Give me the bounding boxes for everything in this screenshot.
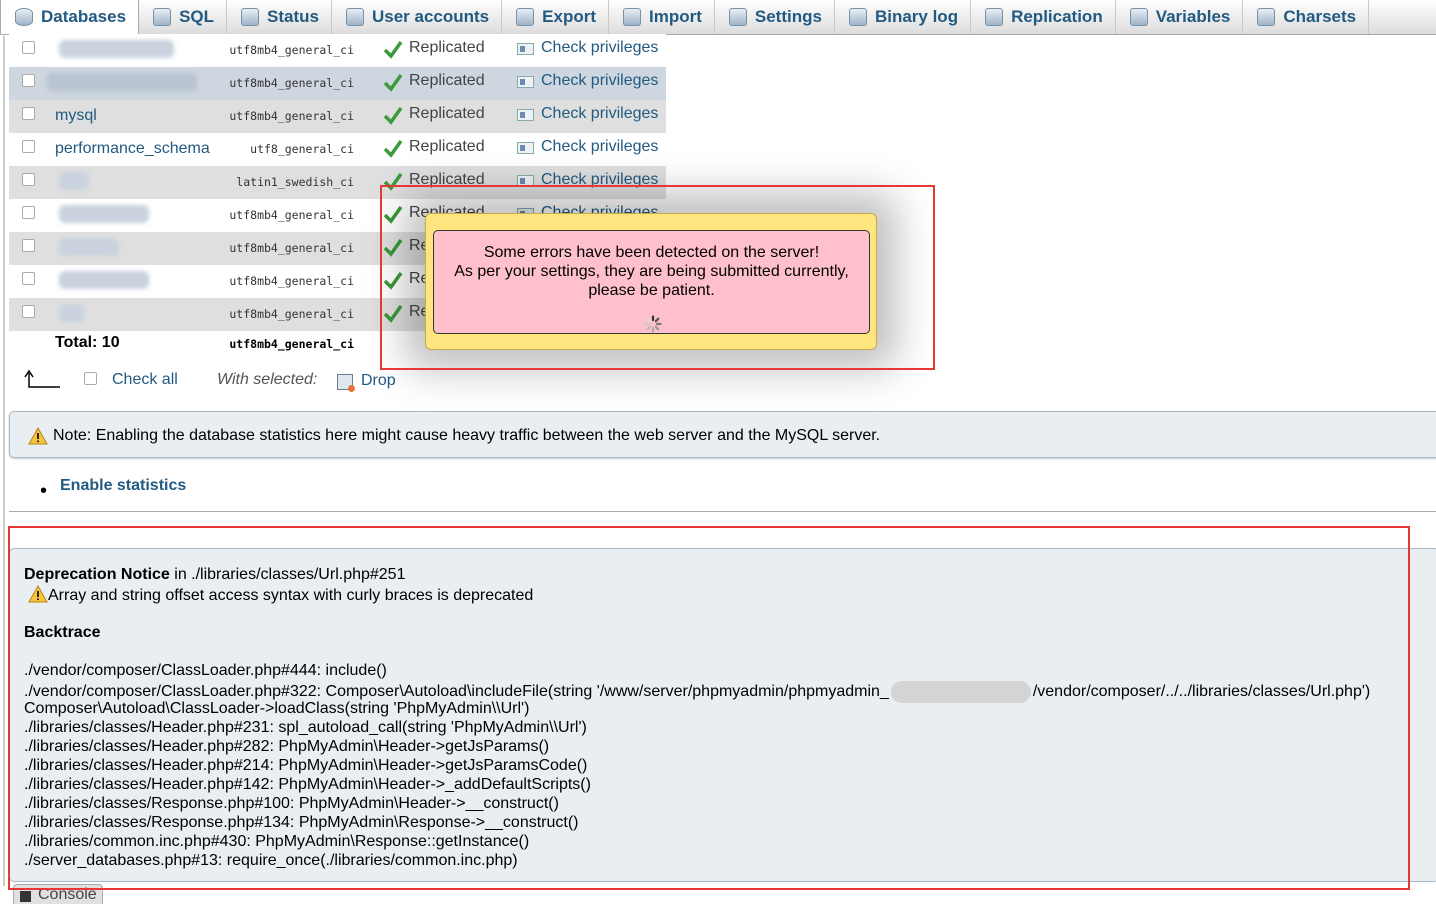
drop-icon (337, 374, 355, 392)
database-name-link[interactable]: mysql (55, 107, 97, 125)
collation: utf8mb4_general_ci (229, 76, 354, 90)
binlog-icon (848, 8, 867, 26)
console-icon (20, 891, 31, 902)
row-checkbox[interactable] (22, 272, 35, 285)
table-row: performance_schema utf8_general_ci Repli… (9, 133, 666, 166)
status-icon (241, 8, 260, 26)
tab-settings[interactable]: Settings (715, 0, 835, 34)
tab-status[interactable]: Status (227, 0, 332, 34)
statistics-note: Note: Enabling the database statistics h… (9, 411, 1436, 458)
tab-variables[interactable]: Variables (1116, 0, 1244, 34)
check-icon (383, 139, 403, 158)
database-name-link[interactable]: performance_schema (55, 140, 210, 158)
tab-databases[interactable]: Databases (0, 0, 140, 34)
table-row: utf8mb4_general_ci Replicated Check priv… (9, 34, 666, 67)
import-icon (623, 8, 641, 26)
privileges-icon (517, 142, 534, 154)
row-checkbox[interactable] (22, 107, 35, 120)
bullet: • (40, 480, 48, 502)
tab-binary-log[interactable]: Binary log (835, 0, 972, 34)
collation: utf8mb4_general_ci (229, 208, 354, 222)
table-row: utf8mb4_general_ci Replicated Check priv… (9, 67, 666, 100)
row-checkbox[interactable] (22, 305, 35, 318)
check-all-checkbox[interactable] (84, 372, 97, 385)
left-border (3, 36, 5, 886)
total-collation: utf8mb4_general_ci (229, 337, 354, 351)
table-row: mysql utf8mb4_general_ci Replicated Chec… (9, 100, 666, 133)
collation: utf8mb4_general_ci (229, 43, 354, 57)
check-privileges-link[interactable]: Check privileges (541, 39, 658, 57)
annotation-box-popup (380, 185, 935, 370)
collation: latin1_swedish_ci (236, 175, 354, 189)
collation: utf8mb4_general_ci (229, 241, 354, 255)
collation: utf8mb4_general_ci (229, 307, 354, 321)
privileges-icon (517, 76, 534, 88)
total-label: Total: 10 (55, 334, 120, 351)
tab-user-accounts[interactable]: User accounts (332, 0, 503, 34)
collation: utf8_general_ci (250, 142, 354, 156)
row-checkbox[interactable] (22, 41, 35, 54)
check-icon (383, 106, 403, 125)
redacted-name (47, 73, 197, 91)
users-icon (345, 8, 364, 26)
redacted-name (59, 205, 149, 223)
with-selected-label: With selected: (217, 371, 318, 388)
check-icon (383, 40, 403, 59)
row-checkbox[interactable] (22, 173, 35, 186)
row-checkbox[interactable] (22, 239, 35, 252)
row-checkbox[interactable] (22, 140, 35, 153)
warning-icon (28, 427, 48, 445)
database-icon (15, 8, 33, 26)
collation: utf8mb4_general_ci (229, 274, 354, 288)
tab-charsets[interactable]: Charsets (1243, 0, 1370, 34)
charsets-icon (1257, 8, 1276, 26)
check-all-link[interactable]: Check all (112, 371, 178, 389)
export-icon (516, 8, 535, 26)
annotation-box-notice (8, 526, 1410, 890)
redacted-name (59, 271, 149, 289)
redacted-name (59, 304, 84, 322)
redacted-name (59, 238, 119, 256)
check-icon (383, 73, 403, 92)
tab-replication[interactable]: Replication (971, 0, 1116, 34)
sql-icon (153, 8, 172, 26)
select-arrow-icon (24, 369, 60, 388)
row-checkbox[interactable] (22, 74, 35, 87)
privileges-icon (517, 43, 534, 55)
top-tab-bar: Databases SQL Status User accounts Expor… (0, 0, 1436, 35)
variables-icon (1129, 8, 1148, 26)
redacted-name (59, 40, 174, 58)
row-checkbox[interactable] (22, 206, 35, 219)
drop-button[interactable]: Drop (361, 372, 396, 390)
privileges-icon (517, 109, 534, 121)
check-privileges-link[interactable]: Check privileges (541, 105, 658, 123)
replication-icon (985, 8, 1004, 26)
check-privileges-link[interactable]: Check privileges (541, 72, 658, 90)
tab-import[interactable]: Import (609, 0, 715, 34)
enable-statistics-link[interactable]: Enable statistics (60, 477, 186, 495)
divider (9, 511, 1436, 512)
redacted-name (59, 172, 89, 190)
collation: utf8mb4_general_ci (229, 109, 354, 123)
tab-export[interactable]: Export (502, 0, 609, 34)
check-privileges-link[interactable]: Check privileges (541, 138, 658, 156)
tab-sql[interactable]: SQL (139, 0, 228, 34)
wrench-icon (728, 8, 747, 26)
